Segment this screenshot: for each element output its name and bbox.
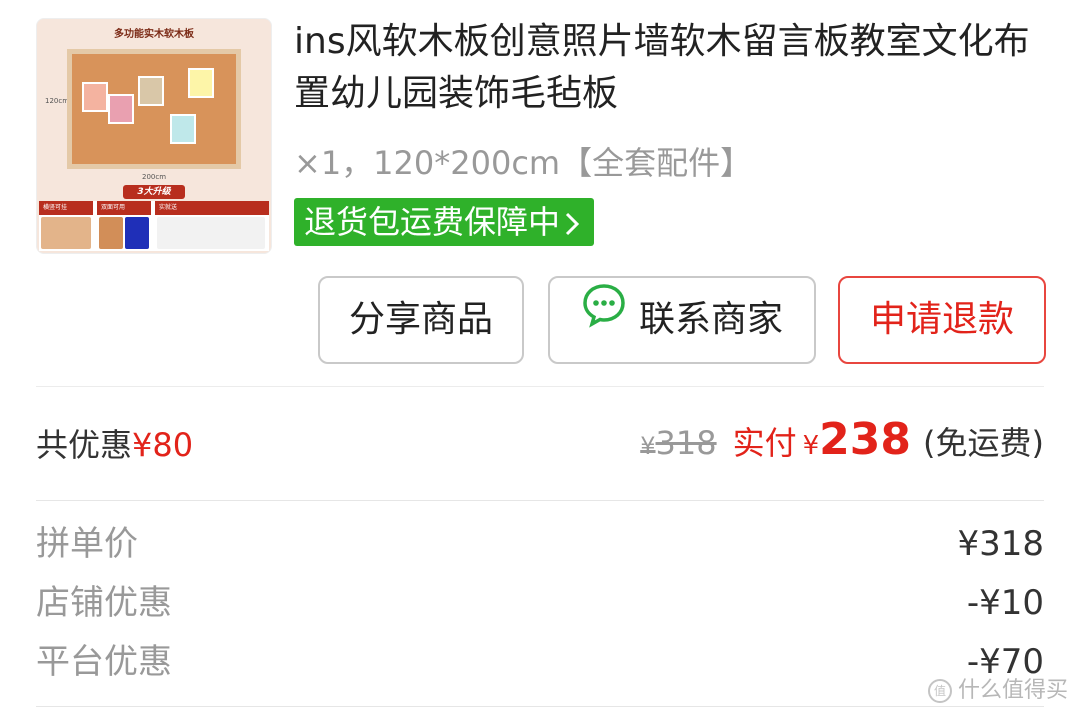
total-discount: 共优惠¥80: [36, 420, 193, 466]
product-spec: ×1，120*200cm【全套配件】: [294, 144, 753, 182]
paid-label: 实付: [732, 424, 797, 462]
feature-image: [125, 217, 149, 249]
photo-note: [82, 82, 108, 112]
sticky-note: [188, 68, 214, 98]
product-title[interactable]: ins风软木板创意照片墙软木留言板教室文化布置幼儿园装饰毛毡板: [294, 16, 1054, 120]
discount-amount: ¥80: [132, 426, 194, 464]
feature-image: [99, 217, 123, 249]
feature-image: [41, 217, 91, 249]
watermark: 值什么值得买: [927, 672, 1068, 704]
paid-currency: ¥: [802, 431, 820, 461]
refund-label: 申请退款: [869, 299, 1014, 340]
price-summary: ¥318 实付 ¥238 (免运费): [640, 414, 1044, 465]
share-label: 分享商品: [348, 299, 493, 340]
feature-strip: 横竖可挂 双面可用 实就送: [39, 201, 269, 251]
contact-seller-button[interactable]: 联系商家: [548, 276, 816, 364]
original-currency: ¥: [640, 432, 656, 460]
divider: [36, 386, 1044, 387]
sticky-note: [170, 114, 196, 144]
free-shipping-note: (免运费): [923, 424, 1044, 462]
breakdown-row: 平台优惠 -¥70: [36, 632, 1044, 692]
breakdown-value: ¥318: [957, 524, 1044, 564]
return-shipping-guarantee[interactable]: 退货包运费保障中: [294, 198, 595, 246]
contact-label: 联系商家: [638, 299, 783, 340]
watermark-logo-icon: 值: [927, 679, 952, 703]
request-refund-button[interactable]: 申请退款: [838, 276, 1046, 364]
photo-note: [138, 76, 164, 106]
breakdown-row: 店铺优惠 -¥10: [36, 573, 1044, 633]
feature-label: 实就送: [155, 201, 269, 215]
divider: [36, 500, 1044, 501]
thumbnail-caption: 多功能实木软木板: [114, 29, 194, 40]
upgrade-badge: 3大升级: [123, 185, 185, 199]
thumbnail-side-label: 120cm: [45, 97, 70, 105]
feature-label: 双面可用: [97, 201, 151, 215]
divider: [36, 706, 1044, 707]
thumbnail-bottom-label: 200cm: [141, 173, 167, 181]
breakdown-row: 拼单价 ¥318: [36, 514, 1044, 574]
original-price: ¥318: [640, 424, 716, 462]
corkboard-illustration: [67, 49, 241, 169]
feature-label: 横竖可挂: [39, 201, 93, 215]
paid-amount: 238: [819, 414, 912, 465]
breakdown-label: 店铺优惠: [36, 583, 172, 623]
feature-image: [157, 217, 265, 249]
share-product-button[interactable]: 分享商品: [318, 276, 524, 364]
photo-note: [108, 94, 134, 124]
product-thumbnail[interactable]: 多功能实木软木板 120cm 200cm 3大升级 横竖可挂 双面可用 实就送: [36, 18, 272, 254]
guarantee-label: 退货包运费保障中: [304, 203, 561, 241]
breakdown-label: 平台优惠: [36, 642, 172, 682]
chat-bubble-icon: [581, 275, 627, 359]
chevron-right-icon: [564, 198, 580, 246]
watermark-text: 什么值得买: [957, 678, 1068, 703]
breakdown-label: 拼单价: [36, 524, 138, 564]
original-price-value: 318: [655, 424, 717, 462]
order-card: 多功能实木软木板 120cm 200cm 3大升级 横竖可挂 双面可用 实就送 …: [0, 0, 1080, 478]
discount-label: 共优惠: [36, 426, 133, 464]
breakdown-value: -¥10: [966, 583, 1044, 623]
